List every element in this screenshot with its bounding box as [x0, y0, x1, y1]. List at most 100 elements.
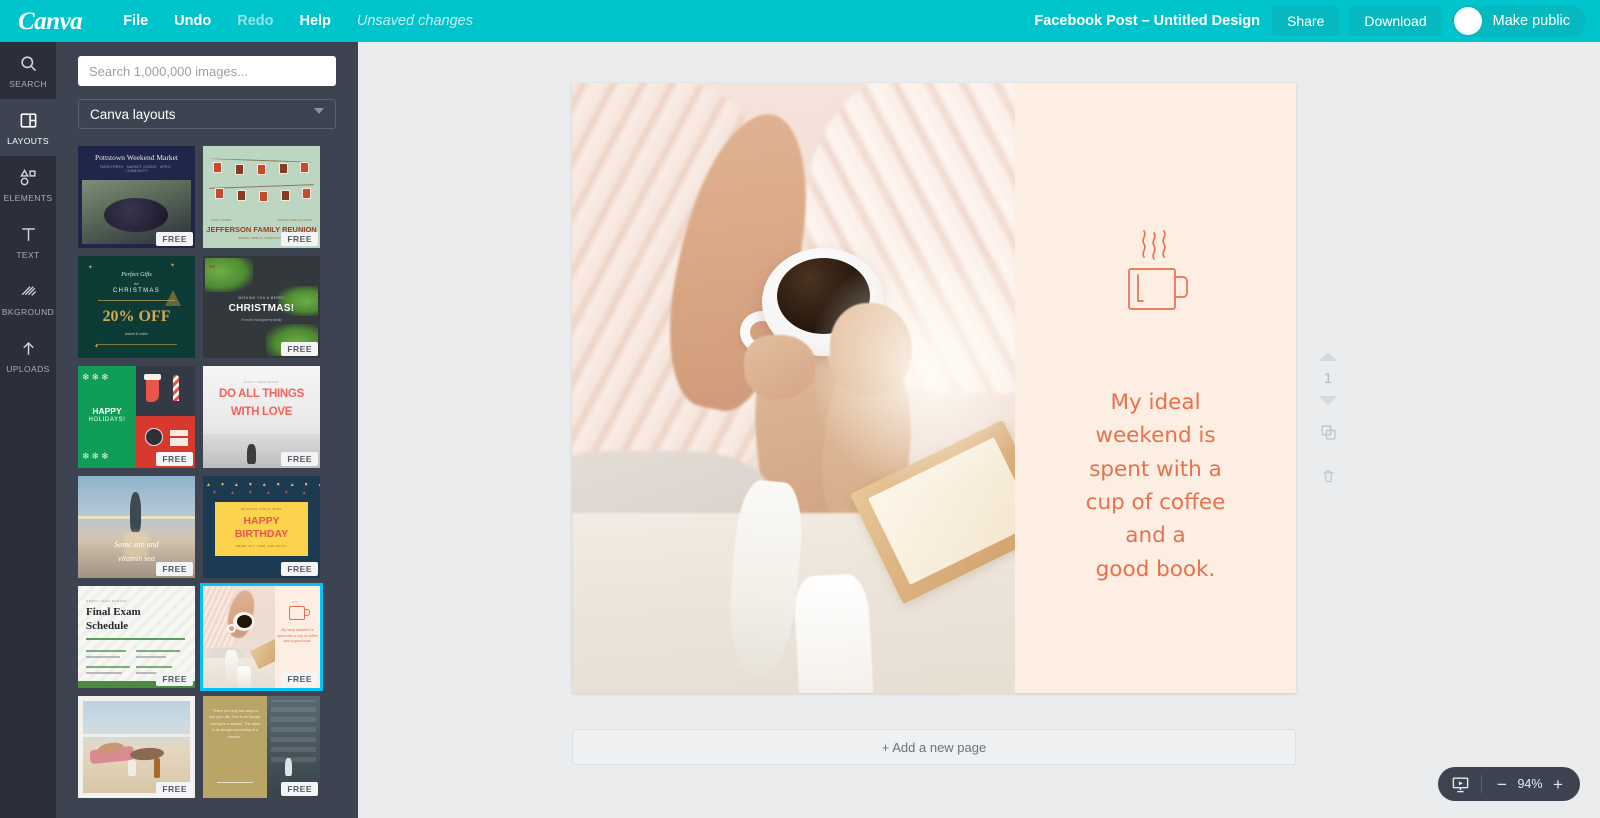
category-select-value: Canva layouts — [90, 106, 176, 122]
canva-logo[interactable]: Canva — [18, 9, 83, 34]
zoom-in-button[interactable]: + — [1549, 776, 1567, 793]
thumbnail-art: Perfect Gifts for CHRISTMAS 20% OFF inst… — [78, 256, 195, 358]
thumbnail-eyebrow: DAILY REMINDER — [244, 380, 279, 384]
design-canvas[interactable]: My ideal weekend is spent with a cup of … — [572, 83, 1296, 693]
canvas-stage: My ideal weekend is spent with a cup of … — [358, 42, 1600, 818]
sidebar-item-text[interactable]: TEXT — [0, 213, 56, 270]
quote-line: cup of coffee — [1085, 489, 1226, 515]
page-controls: 1 — [1313, 352, 1343, 489]
quote-line: and a — [1125, 523, 1186, 549]
free-badge: FREE — [281, 342, 318, 356]
thumbnail-eyebrow: Perfect Gifts — [121, 272, 152, 278]
sidebar-item-background[interactable]: BKGROUND — [0, 270, 56, 327]
list-item[interactable]: FREE — [78, 696, 195, 798]
search-input[interactable] — [78, 56, 336, 86]
photo-sock-right — [793, 573, 875, 693]
menu-file[interactable]: File — [110, 0, 161, 42]
category-select[interactable]: Canva layouts — [78, 99, 336, 129]
free-badge: FREE — [156, 452, 193, 466]
thumbnail-title: Some sun and — [114, 540, 159, 549]
free-badge: FREE — [156, 672, 193, 686]
free-badge: FREE — [156, 232, 193, 246]
list-item[interactable]: Some sun and vitamin sea FREE — [78, 476, 195, 578]
sidebar-item-search[interactable]: SEARCH — [0, 42, 56, 99]
list-item[interactable]: ▲▼▲▼▲▼▲▼▲▼▲▼▲▼▲▼ ▼▲▼▲▼▲▼▲▼▲▼▲ WISHING YO… — [203, 476, 320, 578]
list-item[interactable]: "There are only two ways to live your li… — [203, 696, 320, 798]
thumbnail-subtitle: BIRTHDAY — [234, 528, 289, 540]
chevron-down-icon — [314, 108, 324, 114]
coffee-mug-icon — [1117, 225, 1195, 328]
sidebar-label-search: SEARCH — [9, 78, 47, 89]
list-item[interactable]: Pottstown Weekend Market FARM FRESH · MA… — [78, 146, 195, 248]
thumbnail-eyebrow: WISHING YOU A MERRY — [238, 296, 285, 300]
make-public-toggle[interactable]: Make public — [1451, 5, 1586, 37]
thumbnail-subtitle: FARM FRESH · MARKET GOODS · APRIL · COMM… — [99, 165, 174, 174]
layouts-panel: Canva layouts Pottstown Weekend Market F… — [56, 42, 358, 818]
sidebar-item-uploads[interactable]: UPLOADS — [0, 327, 56, 384]
quote-line: My ideal — [1110, 390, 1201, 415]
list-item[interactable]: APRIL CLOSER PRAIRIE LANE, ELKHORN JEFFE… — [203, 146, 320, 248]
share-button[interactable]: Share — [1272, 6, 1340, 36]
menu-undo[interactable]: Undo — [161, 0, 224, 42]
quote-line: spent with a — [1089, 456, 1222, 482]
thumbnail-title: HAPPY — [243, 515, 280, 527]
top-bar: Canva File Undo Redo Help Unsaved change… — [0, 0, 1600, 42]
thumbnail-eyebrow-left: APRIL CLOSER — [211, 218, 232, 222]
search-container — [56, 42, 358, 86]
thumbnail-title: CHRISTMAS! — [228, 303, 295, 314]
document-title: Facebook Post – Untitled Design — [1034, 13, 1260, 29]
list-item[interactable]: GRAFF HIGH SCHOOL Final Exam Schedule FR… — [78, 586, 195, 688]
list-item-selected[interactable]: ≈≈ My ideal weekend is spent with a cup … — [200, 583, 323, 691]
thumbnail-subtitle: WITH LOVE — [230, 406, 293, 418]
thumbnail-title: My ideal weekend is spent with a cup of … — [277, 628, 318, 644]
free-badge: FREE — [156, 782, 193, 796]
thumbnail-subtitle: HOLIDAYS! — [88, 417, 126, 423]
upload-icon — [19, 338, 38, 360]
trash-icon[interactable] — [1321, 469, 1336, 489]
thumbnail-footer: FROM: ALY, JAZZ, AND PATTY — [236, 544, 287, 548]
sidebar-label-layouts: LAYOUTS — [7, 135, 49, 146]
download-button[interactable]: Download — [1349, 6, 1442, 36]
page-number: 1 — [1323, 370, 1333, 387]
toggle-knob — [1453, 7, 1482, 35]
thumbnail-grid: Pottstown Weekend Market FARM FRESH · MA… — [56, 138, 358, 818]
chevron-up-icon[interactable] — [1319, 352, 1337, 361]
thumbnail-eyebrow: WISHING YOU A VERY — [241, 507, 282, 511]
add-new-page-button[interactable]: + Add a new page — [572, 729, 1296, 765]
present-icon[interactable] — [1451, 775, 1470, 794]
free-badge: FREE — [281, 452, 318, 466]
duplicate-icon[interactable] — [1320, 424, 1337, 446]
left-rail: SEARCH LAYOUTS ELEMENTS TEXT BKGROUND UP… — [0, 42, 56, 818]
make-public-label: Make public — [1492, 13, 1570, 29]
sidebar-item-elements[interactable]: ELEMENTS — [0, 156, 56, 213]
thumbnail-sub-eyebrow: for — [134, 281, 139, 286]
sidebar-label-uploads: UPLOADS — [6, 363, 50, 374]
design-text-panel[interactable]: My ideal weekend is spent with a cup of … — [1015, 83, 1296, 693]
sidebar-label-elements: ELEMENTS — [3, 192, 53, 203]
thumbnail-subtitle: Schedule — [86, 620, 129, 632]
list-item[interactable]: ❄❄❄ ❄❄❄ HAPPY HOLIDAYS! FREE — [78, 366, 195, 468]
list-item[interactable]: ●● WISHING YOU A MERRY CHRISTMAS! From t… — [203, 256, 320, 358]
photo-hand-left — [744, 335, 816, 399]
save-status: Unsaved changes — [356, 13, 473, 29]
thumbnail-title: DO ALL THINGS — [219, 388, 304, 400]
thumbnail-footer: instore & online — [124, 332, 149, 336]
search-icon — [19, 53, 38, 75]
design-photo[interactable] — [572, 83, 1015, 693]
sidebar-item-layouts[interactable]: LAYOUTS — [0, 99, 56, 156]
background-icon — [19, 281, 38, 303]
menu-redo[interactable]: Redo — [224, 0, 286, 42]
thumbnail-title: 20% OFF — [102, 308, 171, 325]
add-new-page-label: + Add a new page — [881, 739, 987, 755]
chevron-down-icon[interactable] — [1319, 396, 1337, 405]
zoom-out-button[interactable]: − — [1493, 776, 1511, 793]
list-item[interactable]: DAILY REMINDER DO ALL THINGS WITH LOVE F… — [203, 366, 320, 468]
text-icon — [19, 224, 38, 246]
category-select-container: Canva layouts — [56, 86, 358, 129]
list-item[interactable]: Perfect Gifts for CHRISTMAS 20% OFF inst… — [78, 256, 195, 358]
sidebar-label-background: BKGROUND — [1, 306, 55, 317]
menu-help[interactable]: Help — [286, 0, 343, 42]
layouts-icon — [19, 110, 38, 132]
free-badge: FREE — [281, 232, 318, 246]
thumbnail-eyebrow: GRAFF HIGH SCHOOL — [86, 599, 128, 603]
